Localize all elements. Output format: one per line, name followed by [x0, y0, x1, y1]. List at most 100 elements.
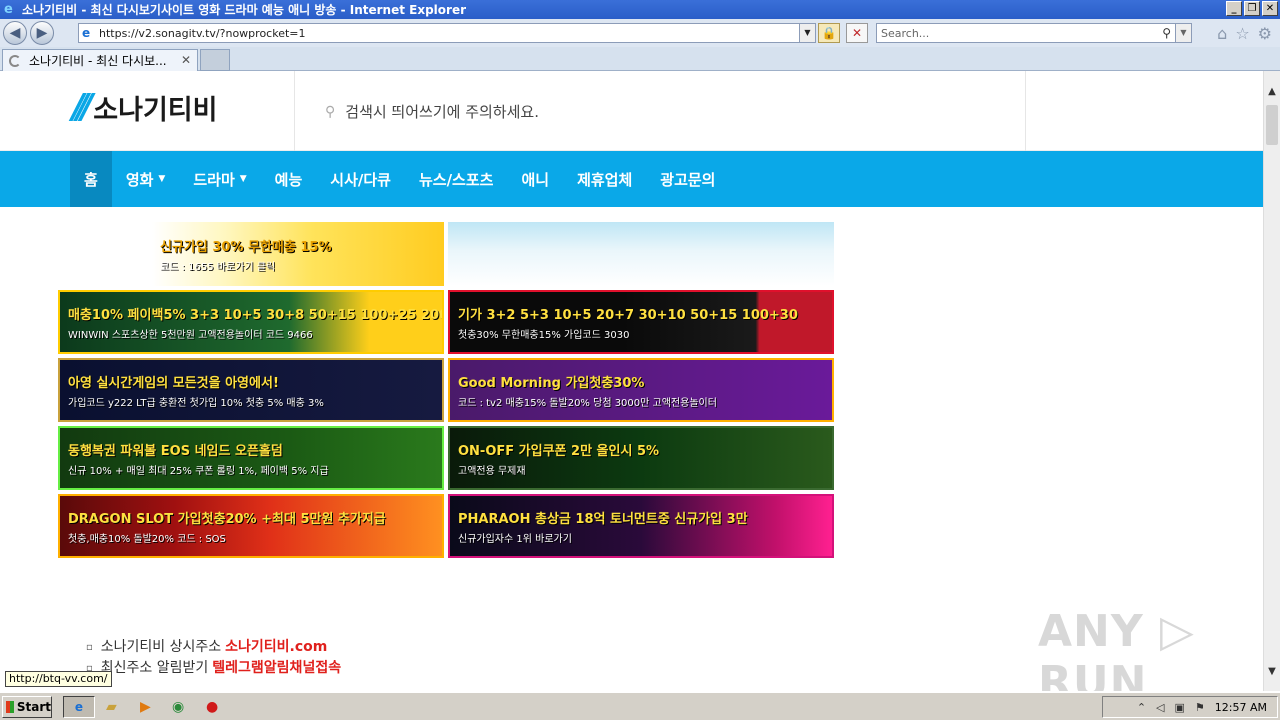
- menu-item[interactable]: 영화 ▼: [112, 151, 180, 207]
- menu-item[interactable]: 시사/다큐: [316, 151, 405, 207]
- ad-banner[interactable]: Good Morning 가입첫충30% 코드 : tv2 매충15% 돌발20%…: [448, 358, 834, 422]
- ad-banner[interactable]: DRAGON SLOT 가입첫충20% +최대 5만원 추가지급 첫충,매충10%…: [58, 494, 444, 558]
- media-player-icon[interactable]: ▶: [140, 699, 151, 715]
- address-bar[interactable]: e https://v2.sonagitv.tv/?nowprocket=1 ▼: [78, 23, 816, 43]
- notice-label: 소나기티비 상시주소: [100, 639, 222, 655]
- menu-item-label: 뉴스/스포츠: [418, 170, 494, 189]
- site-logo[interactable]: /// 소나기티비: [72, 87, 217, 127]
- menu-item[interactable]: 뉴스/스포츠: [405, 151, 507, 207]
- logo-text: 소나기티비: [93, 94, 218, 126]
- ad-banner-sub: 가입코드 y222 LT급 충환전 첫가입 10% 첫충 5% 매충 3%: [68, 397, 324, 409]
- stop-button[interactable]: ✕: [846, 23, 868, 43]
- forward-button[interactable]: ▶: [30, 21, 54, 45]
- close-window-button[interactable]: ✕: [1262, 1, 1278, 16]
- magnifier-icon: ⚲: [325, 103, 336, 120]
- lock-icon[interactable]: 🔒: [818, 23, 840, 43]
- ad-banner-headline: 신규가입 30% 무한매충 15%: [160, 239, 332, 255]
- network-icon[interactable]: ▣: [1175, 701, 1185, 714]
- ad-banner[interactable]: 기가 3+2 5+3 10+5 20+7 30+10 50+15 100+30 첫…: [448, 290, 834, 354]
- search-icon[interactable]: ⚲: [1162, 26, 1171, 40]
- browser-search-box[interactable]: Search... ⚲ ▼: [876, 23, 1192, 43]
- logo-mark: ///: [72, 87, 93, 127]
- vertical-scrollbar[interactable]: ▲ ▼: [1263, 71, 1280, 691]
- status-url-tooltip: http://btq-vv.com/: [5, 671, 112, 687]
- start-button[interactable]: Start: [2, 696, 52, 718]
- ad-banner-sub: 고액전용 무제재: [458, 465, 526, 477]
- scroll-up-icon[interactable]: ▲: [1264, 83, 1280, 101]
- ad-banner[interactable]: ON-OFF 가입쿠폰 2만 올인시 5% 고액전용 무제재: [448, 426, 834, 490]
- browser-search-placeholder: Search...: [881, 26, 930, 40]
- forward-arrow-icon: ▶: [36, 25, 48, 41]
- site-search-input[interactable]: ⚲ 검색시 띄어쓰기에 주의하세요.: [325, 101, 539, 122]
- menu-item-label: 제휴업체: [577, 170, 633, 189]
- search-dropdown-icon[interactable]: ▼: [1175, 24, 1191, 42]
- folder-icon[interactable]: ▰: [106, 699, 117, 715]
- ad-banner[interactable]: 동행복권 파워볼 EOS 네임드 오픈홀덤 신규 10% + 매일 최대 25% …: [58, 426, 444, 490]
- menu-item[interactable]: 광고문의: [646, 151, 729, 207]
- ad-banner[interactable]: PHARAOH 총상금 18억 토너먼트중 신규가입 3만신규가입자수 1위 바…: [448, 494, 834, 558]
- ad-banner[interactable]: 아영 실시간게임의 모든것을 아영에서! 가입코드 y222 LT급 충환전 첫가…: [58, 358, 444, 422]
- browser-tab[interactable]: 소나기티비 - 최신 다시보... ✕: [2, 49, 198, 71]
- ad-banner-sub: 코드 : 1655 바로가기 클릭: [160, 261, 276, 273]
- ad-banner[interactable]: 신규가입 30% 무한매충 15% 코드 : 1655 바로가기 클릭: [152, 222, 444, 286]
- maximize-button[interactable]: ❐: [1244, 1, 1260, 16]
- menu-item-label: 예능: [274, 170, 303, 189]
- new-tab-button[interactable]: [200, 49, 230, 71]
- header-divider: [1025, 71, 1026, 151]
- browser-tools: ⌂ ☆ ⚙: [1217, 24, 1272, 43]
- volume-icon[interactable]: ◁: [1156, 701, 1164, 714]
- scroll-down-icon[interactable]: ▼: [1264, 663, 1280, 681]
- ad-banner-headline: 매충10% 페이백5% 3+3 10+5 30+8 50+15 100+25 2…: [68, 307, 444, 323]
- menu-item-label: 영화: [125, 170, 154, 189]
- opera-icon[interactable]: ●: [206, 699, 218, 715]
- menu-item-label: 광고문의: [660, 170, 716, 189]
- back-button[interactable]: ◀: [3, 21, 27, 45]
- ad-banner-sub: WINWIN 스포츠상한 5천만원 고액전용놀이터 코드 9466: [68, 329, 313, 341]
- site-header: /// 소나기티비 ⚲ 검색시 띄어쓰기에 주의하세요.: [0, 71, 1263, 151]
- minimize-button[interactable]: _: [1226, 1, 1242, 16]
- taskbar: Start e ▰ ▶ ◉ ● ⌃ ◁ ▣ ⚑ 12:57 AM: [0, 692, 1280, 720]
- address-url: https://v2.sonagitv.tv/?nowprocket=1: [99, 26, 306, 40]
- window-titlebar: e 소나기티비 - 최신 다시보기사이트 영화 드라마 예능 애니 방송 - I…: [0, 0, 1280, 19]
- taskbar-ie-button[interactable]: e: [63, 696, 95, 718]
- ad-banner-headline: ON-OFF 가입쿠폰 2만 올인시 5%: [458, 443, 660, 459]
- favorites-star-icon[interactable]: ☆: [1235, 24, 1249, 43]
- menu-item-label: 시사/다큐: [330, 170, 391, 189]
- ad-banner[interactable]: 매충10% 페이백5% 3+3 10+5 30+8 50+15 100+25 2…: [58, 290, 444, 354]
- menu-item[interactable]: 드라마 ▼: [179, 151, 260, 207]
- flag-tray-icon[interactable]: ⚑: [1195, 701, 1205, 714]
- notice-link[interactable]: 소나기티비.com: [225, 637, 327, 658]
- tab-bar: 소나기티비 - 최신 다시보... ✕: [0, 47, 1280, 71]
- bullet-icon: ▫: [86, 642, 93, 653]
- system-tray: ⌃ ◁ ▣ ⚑ 12:57 AM: [1102, 696, 1278, 718]
- home-icon[interactable]: ⌂: [1217, 24, 1227, 43]
- menu-item[interactable]: 예능: [261, 151, 317, 207]
- tab-title: 소나기티비 - 최신 다시보...: [29, 54, 167, 68]
- ad-banner-sub: 첫충,매충10% 돌발20% 코드 : SOS: [68, 533, 226, 545]
- window-controls: _ ❐ ✕: [1226, 1, 1278, 16]
- menu-item[interactable]: 애니: [507, 151, 563, 207]
- ad-banner-sub: 신규가입자수 1위 바로가기: [458, 533, 572, 545]
- notice-link[interactable]: 텔레그램알림채널접속: [212, 658, 341, 679]
- ad-banner[interactable]: [448, 222, 834, 286]
- window-title: 소나기티비 - 최신 다시보기사이트 영화 드라마 예능 애니 방송 - Int…: [22, 3, 466, 17]
- ad-banner-headline: PHARAOH 총상금 18억 토너먼트중 신규가입 3만: [458, 511, 748, 527]
- tab-close-icon[interactable]: ✕: [181, 53, 191, 67]
- menu-item[interactable]: 제휴업체: [563, 151, 646, 207]
- menu-item-label: 애니: [521, 170, 550, 189]
- settings-gear-icon[interactable]: ⚙: [1258, 24, 1272, 43]
- menu-item[interactable]: 홈: [70, 151, 112, 207]
- ad-banner-sub: 첫충30% 무한매충15% 가입코드 3030: [458, 329, 630, 341]
- tray-arrow-icon[interactable]: ⌃: [1137, 701, 1146, 714]
- caret-down-icon: ▼: [158, 174, 166, 184]
- scroll-thumb[interactable]: [1266, 105, 1278, 145]
- address-dropdown-icon[interactable]: ▼: [799, 24, 815, 42]
- browser-navbar: ◀ ▶ e https://v2.sonagitv.tv/?nowprocket…: [0, 19, 1280, 47]
- ad-banner-headline: 기가 3+2 5+3 10+5 20+7 30+10 50+15 100+30: [458, 307, 798, 323]
- ad-banner-headline: 아영 실시간게임의 모든것을 아영에서!: [68, 375, 279, 391]
- loading-spinner-icon: [9, 54, 21, 67]
- chrome-icon[interactable]: ◉: [172, 699, 184, 715]
- header-divider: [294, 71, 295, 151]
- ad-banner-headline: 동행복권 파워볼 EOS 네임드 오픈홀덤: [68, 443, 283, 459]
- notice-label: 최신주소 알림받기: [100, 660, 209, 676]
